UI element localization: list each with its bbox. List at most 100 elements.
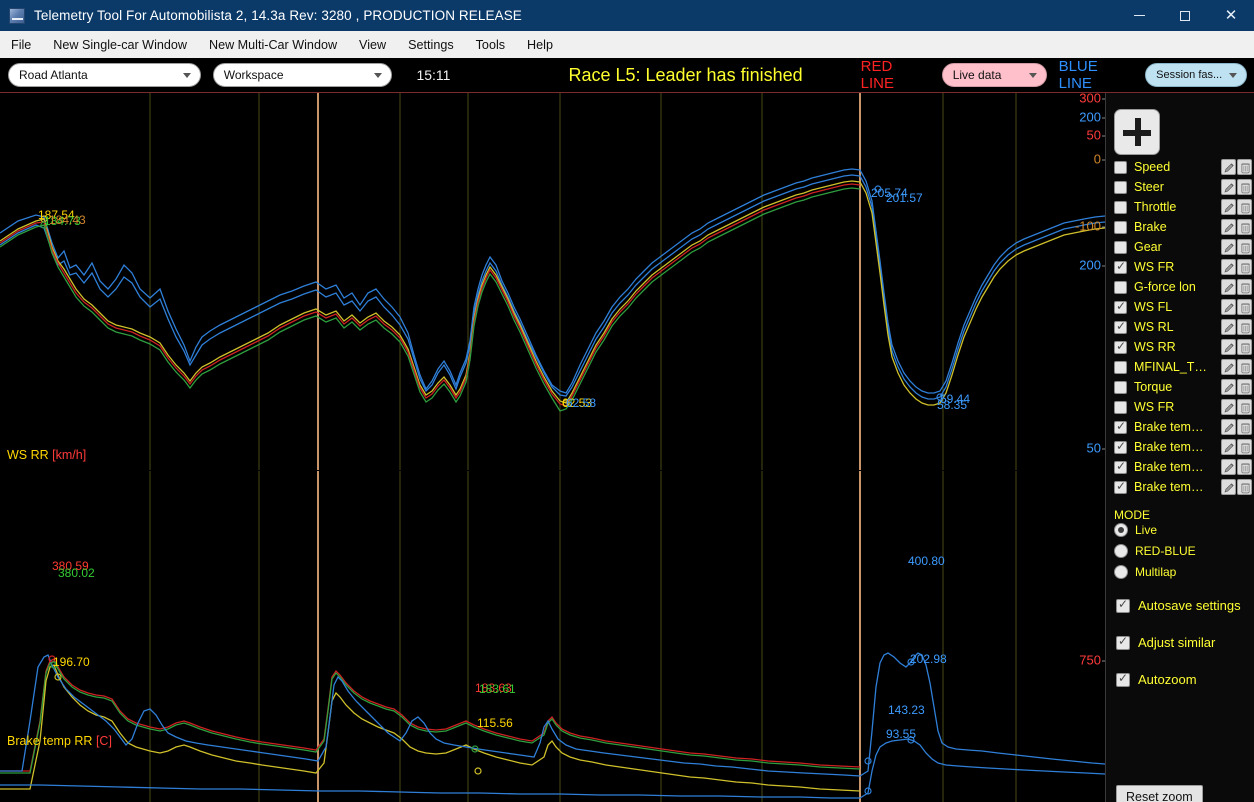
delete-channel-button[interactable] <box>1237 199 1252 215</box>
edit-channel-button[interactable] <box>1221 279 1236 295</box>
edit-channel-button[interactable] <box>1221 399 1236 415</box>
delete-channel-button[interactable] <box>1237 159 1252 175</box>
channel-checkbox[interactable] <box>1114 160 1127 174</box>
channel-checkbox[interactable] <box>1114 339 1127 354</box>
channel-row[interactable]: Brake tem… <box>1106 457 1254 477</box>
option-autozoom[interactable]: Autozoom <box>1116 671 1197 687</box>
option-checkbox[interactable] <box>1116 597 1130 613</box>
channel-row[interactable]: Brake tem… <box>1106 477 1254 497</box>
option-autosave-settings[interactable]: Autosave settings <box>1116 597 1241 613</box>
delete-channel-button[interactable] <box>1237 259 1252 275</box>
mode-option-live[interactable]: Live <box>1114 523 1157 537</box>
channel-label: Brake <box>1134 220 1167 234</box>
chart-brake-temp[interactable]: Brake temp RR [C] <box>0 471 1105 802</box>
channel-row[interactable]: MFINAL_T… <box>1106 357 1254 377</box>
edit-channel-button[interactable] <box>1221 259 1236 275</box>
channel-checkbox[interactable] <box>1114 180 1127 194</box>
edit-channel-button[interactable] <box>1221 359 1236 375</box>
option-checkbox[interactable] <box>1116 671 1130 687</box>
mode-option-red-blue[interactable]: RED-BLUE <box>1114 544 1196 558</box>
delete-channel-button[interactable] <box>1237 399 1252 415</box>
delete-channel-button[interactable] <box>1237 479 1252 495</box>
minimize-button[interactable] <box>1116 0 1162 31</box>
menu-tools[interactable]: Tools <box>465 34 516 56</box>
radio-indicator[interactable] <box>1114 523 1128 537</box>
channel-checkbox[interactable] <box>1114 479 1127 494</box>
channel-row[interactable]: WS FR <box>1106 257 1254 277</box>
channel-checkbox[interactable] <box>1114 259 1127 274</box>
channel-checkbox[interactable] <box>1114 240 1127 254</box>
edit-channel-button[interactable] <box>1221 199 1236 215</box>
delete-channel-button[interactable] <box>1237 359 1252 375</box>
delete-channel-button[interactable] <box>1237 279 1252 295</box>
option-adjust-similar[interactable]: Adjust similar <box>1116 634 1215 650</box>
menu-settings[interactable]: Settings <box>397 34 465 56</box>
channel-row[interactable]: WS FL <box>1106 297 1254 317</box>
edit-channel-button[interactable] <box>1221 219 1236 235</box>
menu-new-single[interactable]: New Single-car Window <box>42 34 198 56</box>
menu-new-multi[interactable]: New Multi-Car Window <box>198 34 348 56</box>
reset-zoom-button[interactable]: Reset zoom <box>1116 785 1203 802</box>
channel-row[interactable]: Brake tem… <box>1106 417 1254 437</box>
edit-channel-button[interactable] <box>1221 439 1236 455</box>
menu-help[interactable]: Help <box>516 34 564 56</box>
channel-row[interactable]: WS FR <box>1106 397 1254 417</box>
edit-channel-button[interactable] <box>1221 379 1236 395</box>
channel-row[interactable]: Throttle <box>1106 197 1254 217</box>
delete-channel-button[interactable] <box>1237 299 1252 315</box>
radio-indicator[interactable] <box>1114 544 1128 558</box>
delete-channel-button[interactable] <box>1237 239 1252 255</box>
channel-checkbox[interactable] <box>1114 380 1127 394</box>
channel-checkbox[interactable] <box>1114 459 1127 474</box>
chart-ws-rr[interactable]: WS RR [km/h] <box>0 93 1105 470</box>
edit-channel-button[interactable] <box>1221 299 1236 315</box>
delete-channel-button[interactable] <box>1237 339 1252 355</box>
channel-row[interactable]: Torque <box>1106 377 1254 397</box>
charts-area[interactable]: WS RR [km/h] Brake temp RR [C] 300 200 5… <box>0 91 1108 802</box>
edit-channel-button[interactable] <box>1221 319 1236 335</box>
radio-indicator[interactable] <box>1114 565 1128 579</box>
channel-checkbox[interactable] <box>1114 200 1127 214</box>
channel-row[interactable]: WS RL <box>1106 317 1254 337</box>
channel-row[interactable]: Brake tem… <box>1106 437 1254 457</box>
channel-row[interactable]: WS RR <box>1106 337 1254 357</box>
menu-view[interactable]: View <box>348 34 397 56</box>
mode-option-multilap[interactable]: Multilap <box>1114 565 1176 579</box>
blue-line-selector[interactable]: Session fas... <box>1145 63 1247 87</box>
channel-checkbox[interactable] <box>1114 319 1127 334</box>
edit-channel-button[interactable] <box>1221 159 1236 175</box>
channel-checkbox[interactable] <box>1114 439 1127 454</box>
delete-channel-button[interactable] <box>1237 419 1252 435</box>
delete-channel-button[interactable] <box>1237 439 1252 455</box>
delete-channel-button[interactable] <box>1237 219 1252 235</box>
menu-file[interactable]: File <box>0 34 42 56</box>
channel-row[interactable]: Steer <box>1106 177 1254 197</box>
edit-channel-button[interactable] <box>1221 479 1236 495</box>
delete-channel-button[interactable] <box>1237 179 1252 195</box>
red-line-selector[interactable]: Live data <box>941 63 1047 87</box>
edit-channel-button[interactable] <box>1221 419 1236 435</box>
channel-checkbox[interactable] <box>1114 419 1127 434</box>
channel-checkbox[interactable] <box>1114 280 1127 294</box>
workspace-selector[interactable]: Workspace <box>212 63 393 87</box>
close-button[interactable]: ✕ <box>1208 0 1254 31</box>
channel-checkbox[interactable] <box>1114 220 1127 234</box>
channel-row[interactable]: Speed <box>1106 157 1254 177</box>
channel-row[interactable]: Brake <box>1106 217 1254 237</box>
channel-row[interactable]: G-force lon <box>1106 277 1254 297</box>
edit-channel-button[interactable] <box>1221 339 1236 355</box>
delete-channel-button[interactable] <box>1237 319 1252 335</box>
channel-checkbox[interactable] <box>1114 360 1127 374</box>
edit-channel-button[interactable] <box>1221 239 1236 255</box>
delete-channel-button[interactable] <box>1237 379 1252 395</box>
channel-row[interactable]: Gear <box>1106 237 1254 257</box>
delete-channel-button[interactable] <box>1237 459 1252 475</box>
channel-checkbox[interactable] <box>1114 400 1127 414</box>
channel-checkbox[interactable] <box>1114 299 1127 314</box>
option-checkbox[interactable] <box>1116 634 1130 650</box>
maximize-button[interactable] <box>1162 0 1208 31</box>
edit-channel-button[interactable] <box>1221 459 1236 475</box>
track-selector[interactable]: Road Atlanta <box>8 63 201 87</box>
edit-channel-button[interactable] <box>1221 179 1236 195</box>
add-channel-button[interactable] <box>1114 109 1160 155</box>
